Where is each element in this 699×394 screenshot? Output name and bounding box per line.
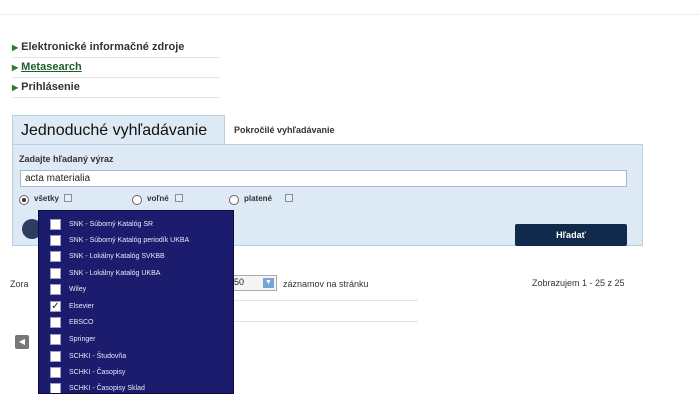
tab-advanced-search[interactable]: Pokročilé vyhľadávanie [234, 115, 335, 145]
per-page-label: záznamov na stránku [283, 279, 369, 289]
bullet-icon: ▶ [12, 83, 19, 92]
bullet-icon: ▶ [12, 43, 19, 52]
dropdown-item-label: SCHKI - Študovňa [69, 353, 127, 360]
radio-free[interactable] [132, 195, 142, 205]
checkbox[interactable] [50, 219, 61, 230]
checkbox[interactable] [50, 351, 61, 362]
dropdown-item[interactable]: SCHKI - Časopisy Sklad [39, 382, 233, 393]
nav-link-label: Metasearch [21, 61, 82, 73]
dropdown-item-label: SNK - Lokálny Katalóg SVKBB [69, 253, 165, 260]
info-icon [175, 194, 183, 202]
search-label: Zadajte hľadaný výraz [19, 154, 114, 164]
pager-first-icon[interactable]: ◀ [15, 335, 29, 349]
dropdown-item[interactable]: Springer [39, 333, 233, 347]
nav-links: ▶ Elektronické informačné zdroje ▶ Metasea… [12, 38, 220, 98]
radio-paid-label: platené [244, 194, 273, 203]
dropdown-item[interactable]: Wiley [39, 283, 233, 297]
radio-all-label: všetky [34, 194, 59, 203]
dropdown-item[interactable]: SNK - Lokálny Katalóg UKBA [39, 267, 233, 281]
checkbox[interactable] [50, 284, 61, 295]
dropdown-item-label: SCHKI - Časopisy [69, 369, 126, 376]
dropdown-item[interactable]: SNK - Súborný Katalóg periodík UKBA [39, 234, 233, 248]
search-button[interactable]: Hľadať [515, 224, 627, 246]
per-page-value: 50 [234, 277, 245, 287]
dropdown-item-label: SNK - Súborný Katalóg periodík UKBA [69, 237, 190, 244]
info-icon [285, 194, 293, 202]
bullet-icon: ▶ [12, 63, 19, 72]
checkbox[interactable] [50, 334, 61, 345]
radio-free-label: voľné [147, 194, 169, 203]
dropdown-item[interactable]: ✓ Elsevier [39, 300, 233, 314]
search-input[interactable] [20, 170, 627, 187]
checkbox[interactable]: ✓ [50, 301, 61, 312]
source-dropdown: SNK - Súborný Katalóg SR SNK - Súborný K… [38, 210, 234, 394]
dropdown-item[interactable]: SNK - Súborný Katalóg SR [39, 218, 233, 232]
radio-all[interactable] [19, 195, 29, 205]
info-icon [64, 194, 72, 202]
dropdown-item[interactable]: SNK - Lokálny Katalóg SVKBB [39, 250, 233, 264]
tab-simple-search[interactable]: Jednoduché vyhľadávanie [12, 115, 225, 145]
dropdown-item[interactable]: SCHKI - Časopisy [39, 366, 233, 380]
dropdown-item-label: Elsevier [69, 303, 94, 310]
top-dotted-divider [0, 14, 699, 15]
nav-link-electronic-resources[interactable]: ▶ Elektronické informačné zdroje [12, 38, 220, 58]
nav-link-metasearch[interactable]: ▶ Metasearch [12, 58, 220, 78]
checkbox[interactable] [50, 235, 61, 246]
dropdown-item-label: SCHKI - Časopisy Sklad [69, 385, 145, 392]
dropdown-item-label: Springer [69, 336, 96, 343]
checkbox[interactable] [50, 317, 61, 328]
checkbox[interactable] [50, 268, 61, 279]
dropdown-item-label: Wiley [69, 286, 87, 293]
dropdown-item-label: SNK - Lokálny Katalóg UKBA [69, 270, 161, 277]
radio-paid[interactable] [229, 195, 239, 205]
sort-label: Zora [10, 279, 29, 289]
dropdown-item[interactable]: SCHKI - Študovňa [39, 350, 233, 364]
nav-link-login[interactable]: ▶ Prihlásenie [12, 78, 220, 98]
nav-link-label: Elektronické informačné zdroje [21, 41, 185, 53]
nav-link-label: Prihlásenie [21, 81, 80, 93]
dropdown-item[interactable]: EBSCO [39, 316, 233, 330]
checkbox[interactable] [50, 251, 61, 262]
chevron-down-icon[interactable]: ▼ [263, 278, 274, 288]
dropdown-item-label: EBSCO [69, 319, 94, 326]
access-filter: všetky voľné platené [19, 194, 319, 208]
dropdown-item-label: SNK - Súborný Katalóg SR [69, 221, 154, 228]
results-count: Zobrazujem 1 - 25 z 25 [532, 278, 625, 288]
checkbox[interactable] [50, 367, 61, 378]
per-page-select[interactable]: 50 ▼ [227, 275, 277, 291]
checkbox[interactable] [50, 383, 61, 393]
